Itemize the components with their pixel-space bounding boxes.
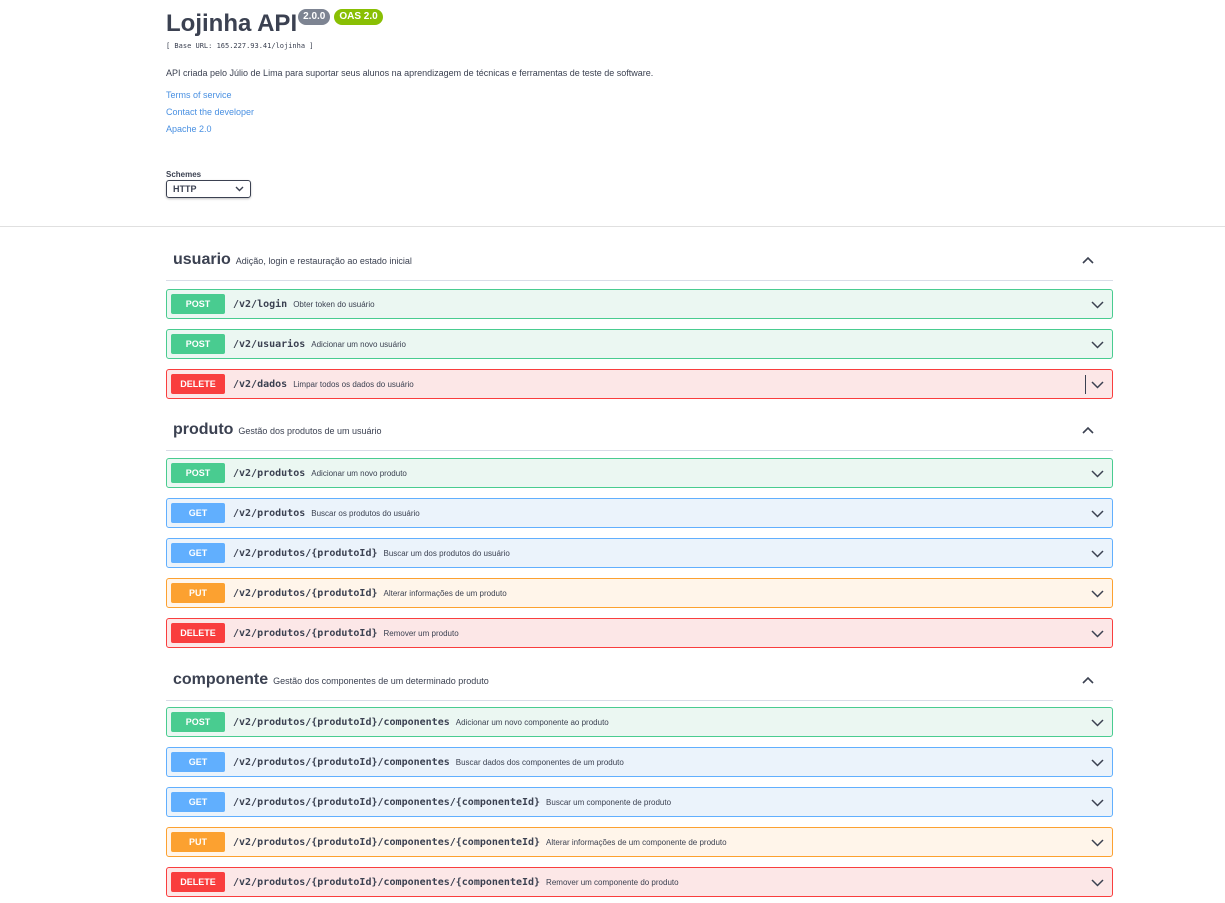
chevron-down-icon[interactable] [1091, 507, 1104, 520]
tag-description: Adição, login e restauração ao estado in… [235, 255, 412, 266]
operation-post-componentes[interactable]: POST /v2/produtos/{produtoId}/componente… [166, 707, 1113, 737]
operation-get-componente-by-id[interactable]: GET /v2/produtos/{produtoId}/componentes… [166, 787, 1113, 817]
operation-summary: Adicionar um novo usuário [311, 339, 406, 349]
api-info: Lojinha API 2.0.0 OAS 2.0 [ Base URL: 16… [166, 0, 1225, 134]
chevron-down-icon[interactable] [1091, 338, 1104, 351]
method-badge: POST [171, 712, 225, 732]
schemes-selected-value: HTTP [173, 184, 197, 194]
operation-summary: Buscar os produtos do usuário [311, 508, 420, 518]
operation-delete-produto[interactable]: DELETE /v2/produtos/{produtoId} Remover … [166, 618, 1113, 648]
chevron-down-icon[interactable] [1091, 467, 1104, 480]
operation-path: /v2/produtos/{produtoId}/componentes/{co… [233, 796, 541, 808]
chevron-down-icon[interactable] [1091, 298, 1104, 311]
chevron-down-icon [235, 184, 244, 194]
operation-post-usuarios[interactable]: POST /v2/usuarios Adicionar um novo usuá… [166, 329, 1113, 359]
operation-post-login[interactable]: POST /v2/login Obter token do usuário [166, 289, 1113, 319]
schemes-label: Schemes [166, 170, 202, 179]
tag-header-produto[interactable]: produto Gestão dos produtos de um usuári… [166, 409, 1113, 451]
operation-path: /v2/produtos/{produtoId}/componentes/{co… [233, 876, 541, 888]
method-badge: GET [171, 752, 225, 772]
tag-section-produto: produto Gestão dos produtos de um usuári… [166, 409, 1113, 648]
operation-path: /v2/produtos [233, 507, 306, 519]
operation-delete-dados[interactable]: DELETE /v2/dados Limpar todos os dados d… [166, 369, 1113, 399]
chevron-down-icon[interactable] [1091, 836, 1104, 849]
chevron-down-icon[interactable] [1091, 627, 1104, 640]
operation-path: /v2/dados [233, 378, 288, 390]
operation-delete-componente[interactable]: DELETE /v2/produtos/{produtoId}/componen… [166, 867, 1113, 897]
chevron-up-icon[interactable] [1081, 423, 1095, 437]
tag-name: produto [173, 420, 234, 438]
operation-summary: Buscar dados dos componentes de um produ… [455, 757, 624, 767]
tag-name: componente [173, 670, 269, 688]
method-badge: DELETE [171, 872, 225, 892]
operation-put-produto[interactable]: PUT /v2/produtos/{produtoId} Alterar inf… [166, 578, 1113, 608]
operation-path: /v2/usuarios [233, 338, 306, 350]
operation-post-produtos[interactable]: POST /v2/produtos Adicionar um novo prod… [166, 458, 1113, 488]
method-badge: POST [171, 463, 225, 483]
operation-path: /v2/produtos [233, 467, 306, 479]
version-badge: 2.0.0 [298, 9, 331, 25]
operation-path: /v2/produtos/{produtoId} [233, 547, 378, 559]
method-badge: GET [171, 503, 225, 523]
operation-summary: Alterar informações de um produto [383, 588, 507, 598]
tag-section-usuario: usuario Adição, login e restauração ao e… [166, 239, 1113, 399]
chevron-down-icon[interactable] [1091, 796, 1104, 809]
method-badge: PUT [171, 832, 225, 852]
chevron-up-icon[interactable] [1081, 673, 1095, 687]
operation-get-componentes[interactable]: GET /v2/produtos/{produtoId}/componentes… [166, 747, 1113, 777]
operation-summary: Obter token do usuário [293, 299, 375, 309]
operation-summary: Limpar todos os dados do usuário [293, 379, 414, 389]
tag-header-componente[interactable]: componente Gestão dos componentes de um … [166, 659, 1113, 701]
method-badge: POST [171, 294, 225, 314]
section-divider [0, 226, 1225, 227]
operation-path: /v2/produtos/{produtoId}/componentes [233, 756, 450, 768]
method-badge: GET [171, 543, 225, 563]
tag-name: usuario [173, 250, 231, 268]
method-badge: DELETE [171, 374, 225, 394]
api-title: Lojinha API [166, 10, 298, 37]
operation-summary: Adicionar um novo produto [311, 468, 407, 478]
chevron-down-icon[interactable] [1091, 876, 1104, 889]
license-link[interactable]: Apache 2.0 [166, 125, 1225, 134]
operation-put-componente[interactable]: PUT /v2/produtos/{produtoId}/componentes… [166, 827, 1113, 857]
chevron-down-icon[interactable] [1091, 716, 1104, 729]
chevron-down-icon[interactable] [1091, 378, 1104, 391]
method-badge: PUT [171, 583, 225, 603]
operation-path: /v2/login [233, 298, 288, 310]
separator [1085, 375, 1086, 394]
base-url: [ Base URL: 165.227.93.41/lojinha ] [166, 42, 314, 50]
operation-summary: Adicionar um novo componente ao produto [455, 717, 609, 727]
api-description: API criada pelo Júlio de Lima para supor… [166, 68, 654, 78]
terms-of-service-link[interactable]: Terms of service [166, 91, 1225, 100]
operation-path: /v2/produtos/{produtoId}/componentes [233, 716, 450, 728]
operation-summary: Buscar um dos produtos do usuário [383, 548, 510, 558]
chevron-down-icon[interactable] [1091, 587, 1104, 600]
operation-get-produtos[interactable]: GET /v2/produtos Buscar os produtos do u… [166, 498, 1113, 528]
schemes-select[interactable]: HTTP [166, 180, 251, 198]
tag-header-usuario[interactable]: usuario Adição, login e restauração ao e… [166, 239, 1113, 281]
oas-badge: OAS 2.0 [334, 9, 383, 25]
operation-summary: Remover um produto [383, 628, 459, 638]
operation-path: /v2/produtos/{produtoId}/componentes/{co… [233, 836, 541, 848]
tag-section-componente: componente Gestão dos componentes de um … [166, 659, 1113, 897]
contact-developer-link[interactable]: Contact the developer [166, 108, 1225, 117]
operation-path: /v2/produtos/{produtoId} [233, 587, 378, 599]
operation-summary: Buscar um componente de produto [546, 797, 672, 807]
method-badge: DELETE [171, 623, 225, 643]
operation-summary: Remover um componente do produto [546, 877, 679, 887]
method-badge: GET [171, 792, 225, 812]
chevron-up-icon[interactable] [1081, 253, 1095, 267]
operation-get-produto-by-id[interactable]: GET /v2/produtos/{produtoId} Buscar um d… [166, 538, 1113, 568]
operation-summary: Alterar informações de um componente de … [546, 837, 727, 847]
tag-description: Gestão dos produtos de um usuário [238, 425, 382, 436]
chevron-down-icon[interactable] [1091, 756, 1104, 769]
schemes-container: Schemes HTTP [166, 170, 1225, 198]
method-badge: POST [171, 334, 225, 354]
title-row: Lojinha API 2.0.0 OAS 2.0 [166, 8, 1225, 40]
tag-description: Gestão dos componentes de um determinado… [273, 675, 489, 686]
operation-path: /v2/produtos/{produtoId} [233, 627, 378, 639]
chevron-down-icon[interactable] [1091, 547, 1104, 560]
